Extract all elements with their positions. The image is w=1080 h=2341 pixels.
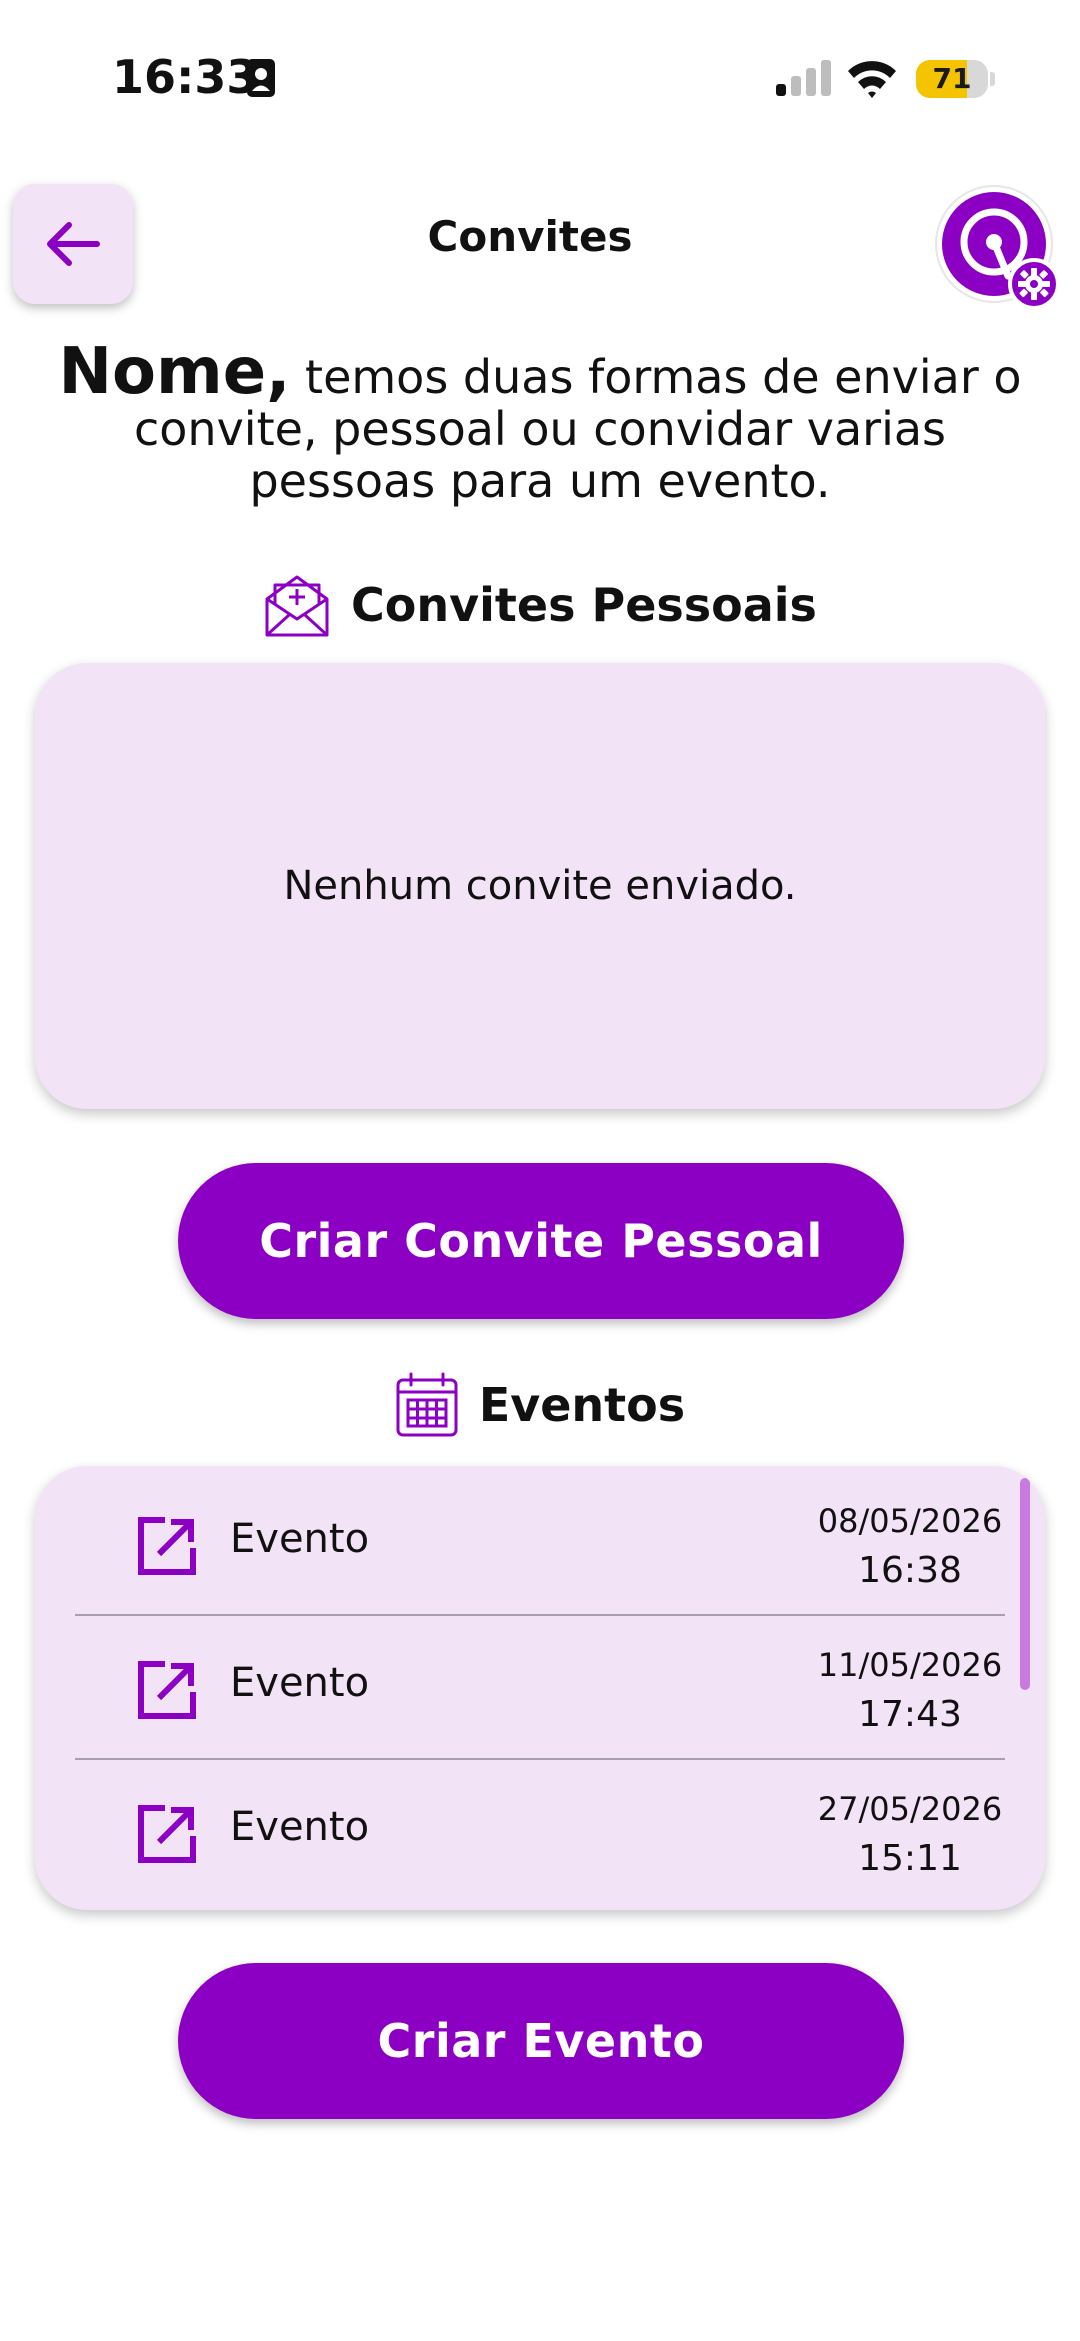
personal-invites-card: Nenhum convite enviado. [35,663,1045,1109]
app-logo-settings-icon [935,185,1060,310]
status-time: 16:33 [112,50,259,104]
battery-icon: 71 [916,60,988,98]
calendar-icon [396,1372,458,1437]
user-name: Nome, [58,335,291,409]
events-scrollbar[interactable] [1020,1478,1030,1690]
event-item[interactable]: Evento 27/05/2026 15:11 [75,1754,1005,1898]
event-date: 11/05/2026 [817,1646,1003,1684]
page-title: Convites [427,212,633,261]
battery-cap [990,72,995,86]
event-item[interactable]: Evento 08/05/2026 16:38 [75,1466,1005,1610]
battery-percent: 71 [932,62,972,95]
open-external-icon[interactable] [135,1802,199,1866]
wifi-icon [848,61,896,98]
create-personal-invite-button[interactable]: Criar Convite Pessoal [178,1163,904,1319]
create-event-button[interactable]: Criar Evento [178,1963,904,2119]
event-name: Evento [230,1804,370,1850]
event-time: 15:11 [858,1838,962,1879]
envelope-plus-icon [265,575,329,637]
open-external-icon[interactable] [135,1658,199,1722]
contact-card-icon [247,59,275,97]
event-name: Evento [230,1660,370,1706]
intro-text: Nome, temos duas formas de enviar o conv… [40,340,1040,507]
status-bar: 16:33 71 [0,0,1080,150]
events-heading: Eventos [0,1370,1080,1440]
event-date: 27/05/2026 [817,1790,1003,1828]
personal-invites-heading: Convites Pessoais [0,570,1080,640]
profile-settings-button[interactable] [934,184,1062,312]
event-name: Evento [230,1516,370,1562]
events-list[interactable]: Evento 08/05/2026 16:38 Evento 11/05/202… [35,1466,1045,1910]
event-item[interactable]: Evento 11/05/2026 17:43 [75,1610,1005,1754]
signal-icon [776,60,831,96]
empty-invites-message: Nenhum convite enviado. [283,863,797,909]
personal-invites-title: Convites Pessoais [351,578,817,632]
event-date: 08/05/2026 [817,1502,1003,1540]
open-external-icon[interactable] [135,1514,199,1578]
event-time: 17:43 [858,1694,962,1735]
events-title: Eventos [478,1378,686,1432]
event-time: 16:38 [858,1550,962,1591]
